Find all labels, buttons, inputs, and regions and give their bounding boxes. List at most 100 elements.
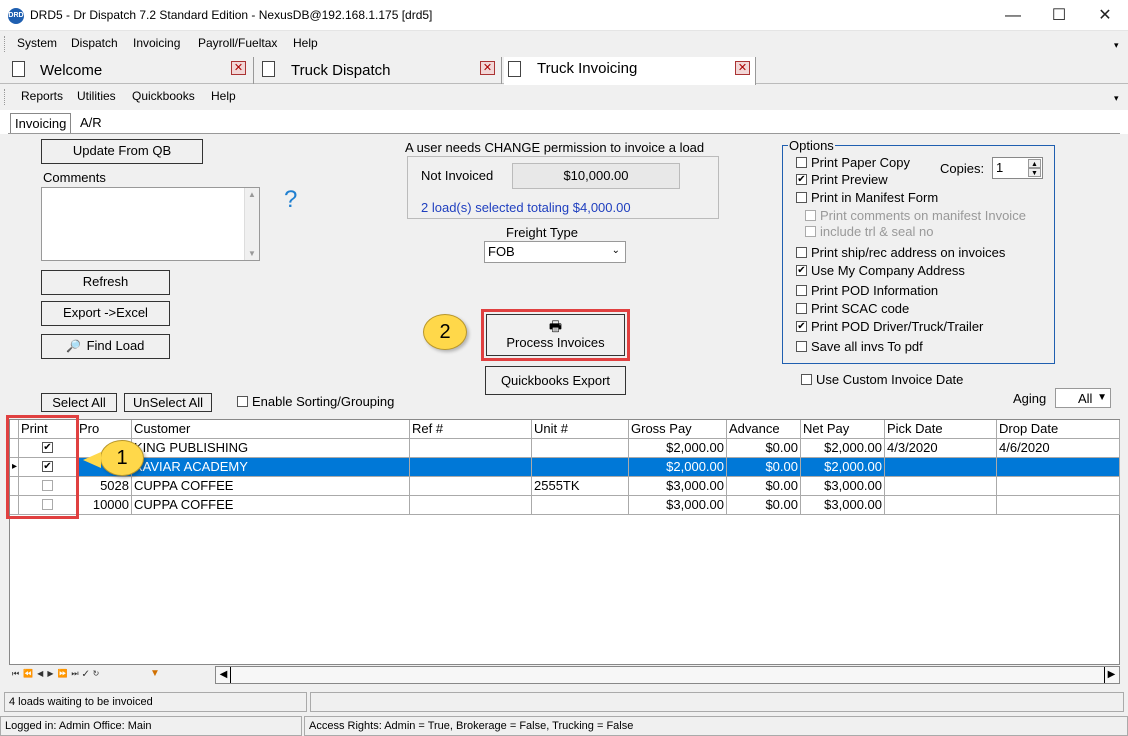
grid-cell-pro[interactable]: 10000 — [77, 496, 132, 515]
aging-select[interactable]: All ▼ — [1055, 388, 1111, 408]
column-header[interactable]: Advance — [727, 420, 801, 439]
close-tab-icon[interactable]: ✕ — [480, 61, 495, 75]
tab-truck-invoicing[interactable]: Truck Invoicing ✕ — [504, 57, 756, 85]
grid-cell-drop[interactable] — [997, 458, 1120, 477]
scroll-down-icon[interactable]: ▼ — [248, 249, 256, 258]
horizontal-scrollbar[interactable]: ◀ ▶ — [215, 666, 1120, 684]
grid-cell-gross[interactable]: $3,000.00 — [629, 477, 727, 496]
grid-cell-ref[interactable] — [410, 458, 532, 477]
tab-invoicing[interactable]: Invoicing — [10, 113, 72, 134]
grid-cell-net[interactable]: $2,000.00 — [801, 458, 885, 477]
menu-quickbooks[interactable]: Quickbooks — [132, 89, 195, 103]
grid-cell-advance[interactable]: $0.00 — [727, 477, 801, 496]
menu-overflow-icon[interactable]: ▾ — [1114, 93, 1119, 104]
freight-type-select[interactable]: FOB ⌄ — [484, 241, 626, 263]
grid-cell-pick[interactable] — [885, 496, 997, 515]
comments-scrollbar[interactable]: ▲ ▼ — [244, 188, 259, 260]
grid-cell-ref[interactable] — [410, 496, 532, 515]
menu-system[interactable]: System — [17, 36, 57, 50]
find-load-button[interactable]: 🔎 Find Load — [41, 334, 170, 359]
use-custom-date-checkbox[interactable] — [801, 374, 812, 385]
tab-truck-dispatch[interactable]: Truck Dispatch ✕ — [258, 57, 502, 84]
unselect-all-button[interactable]: UnSelect All — [124, 393, 212, 412]
grid-cell-pick[interactable] — [885, 458, 997, 477]
update-from-qb-button[interactable]: Update From QB — [41, 139, 203, 164]
grid-cell-advance[interactable]: $0.00 — [727, 458, 801, 477]
quickbooks-export-button[interactable]: Quickbooks Export — [485, 366, 626, 395]
grid-cell-gross[interactable]: $3,000.00 — [629, 496, 727, 515]
close-tab-icon[interactable]: ✕ — [231, 61, 246, 75]
navigator-icons[interactable]: ⏮⏪◀▶⏩⏭✓↻ — [12, 669, 103, 679]
menu-dispatch[interactable]: Dispatch — [71, 36, 118, 50]
spin-up-icon[interactable]: ▲ — [1028, 159, 1041, 168]
grid-cell-customer[interactable]: KING PUBLISHING — [132, 439, 410, 458]
grid-cell-pick[interactable]: 4/3/2020 — [885, 439, 997, 458]
select-all-button[interactable]: Select All — [41, 393, 117, 412]
grid-cell-pick[interactable] — [885, 477, 997, 496]
grid-cell-drop[interactable]: 4/6/2020 — [997, 439, 1120, 458]
column-header[interactable]: Pick Date — [885, 420, 997, 439]
grid-cell-unit[interactable] — [532, 439, 629, 458]
grid-cell-ref[interactable] — [410, 439, 532, 458]
option-checkbox[interactable]: ✔ — [796, 174, 807, 185]
option-checkbox[interactable] — [796, 192, 807, 203]
option-checkbox[interactable] — [796, 303, 807, 314]
column-header[interactable]: Gross Pay — [629, 420, 727, 439]
column-header[interactable]: Unit # — [532, 420, 629, 439]
menu-overflow-icon[interactable]: ▾ — [1114, 40, 1119, 51]
scroll-right-icon[interactable]: ▶ — [1104, 667, 1118, 683]
menu-reports[interactable]: Reports — [21, 89, 63, 103]
process-invoices-button[interactable]: 🖶 Process Invoices — [486, 314, 625, 356]
grid-cell-gross[interactable]: $2,000.00 — [629, 458, 727, 477]
grid-cell-net[interactable]: $3,000.00 — [801, 477, 885, 496]
export-excel-button[interactable]: Export ->Excel — [41, 301, 170, 326]
option-checkbox[interactable] — [796, 285, 807, 296]
grid-cell-advance[interactable]: $0.00 — [727, 496, 801, 515]
column-header[interactable]: Drop Date — [997, 420, 1120, 439]
grid-cell-customer[interactable]: XAVIAR ACADEMY — [132, 458, 410, 477]
grid-cell-drop[interactable] — [997, 496, 1120, 515]
refresh-button[interactable]: Refresh — [41, 270, 170, 295]
column-header[interactable]: Customer — [132, 420, 410, 439]
close-button[interactable]: ✕ — [1082, 0, 1128, 31]
option-checkbox[interactable] — [796, 157, 807, 168]
tab-ar[interactable]: A/R — [76, 113, 106, 134]
column-header[interactable]: Ref # — [410, 420, 532, 439]
scroll-up-icon[interactable]: ▲ — [248, 190, 256, 199]
menu-help[interactable]: Help — [211, 89, 236, 103]
comments-textarea[interactable]: ▲ ▼ — [41, 187, 260, 261]
filter-icon[interactable]: ▼ — [150, 668, 160, 679]
copies-spinner[interactable]: 1 ▲ ▼ — [992, 157, 1043, 179]
grid-cell-advance[interactable]: $0.00 — [727, 439, 801, 458]
enable-sorting-checkbox[interactable] — [237, 396, 248, 407]
menu-utilities[interactable]: Utilities — [77, 89, 116, 103]
option-checkbox[interactable] — [796, 247, 807, 258]
grid-cell-drop[interactable] — [997, 477, 1120, 496]
maximize-button[interactable]: ☐ — [1036, 0, 1082, 31]
spin-down-icon[interactable]: ▼ — [1028, 168, 1041, 177]
grid-cell-unit[interactable]: 2555TK — [532, 477, 629, 496]
grid-cell-unit[interactable] — [532, 458, 629, 477]
menu-invoicing[interactable]: Invoicing — [133, 36, 180, 50]
grid-cell-net[interactable]: $3,000.00 — [801, 496, 885, 515]
comments-label: Comments — [43, 170, 106, 185]
option-checkbox[interactable] — [796, 341, 807, 352]
column-header[interactable]: Pro — [77, 420, 132, 439]
grid-cell-net[interactable]: $2,000.00 — [801, 439, 885, 458]
tab-welcome[interactable]: Welcome ✕ — [4, 57, 254, 84]
menu-payroll-fueltax[interactable]: Payroll/Fueltax — [198, 36, 277, 50]
grid-cell-gross[interactable]: $2,000.00 — [629, 439, 727, 458]
menu-help[interactable]: Help — [293, 36, 318, 50]
grid-cell-customer[interactable]: CUPPA COFFEE — [132, 496, 410, 515]
option-checkbox[interactable]: ✔ — [796, 265, 807, 276]
scroll-left-icon[interactable]: ◀ — [217, 667, 231, 683]
minimize-button[interactable]: — — [990, 0, 1036, 31]
help-icon[interactable]: ? — [284, 186, 297, 214]
option-checkbox[interactable]: ✔ — [796, 321, 807, 332]
grid-cell-customer[interactable]: CUPPA COFFEE — [132, 477, 410, 496]
grid-cell-unit[interactable] — [532, 496, 629, 515]
close-tab-icon[interactable]: ✕ — [735, 61, 750, 75]
grid-cell-ref[interactable] — [410, 477, 532, 496]
column-header[interactable]: Net Pay — [801, 420, 885, 439]
grid-cell-pro[interactable]: 5028 — [77, 477, 132, 496]
